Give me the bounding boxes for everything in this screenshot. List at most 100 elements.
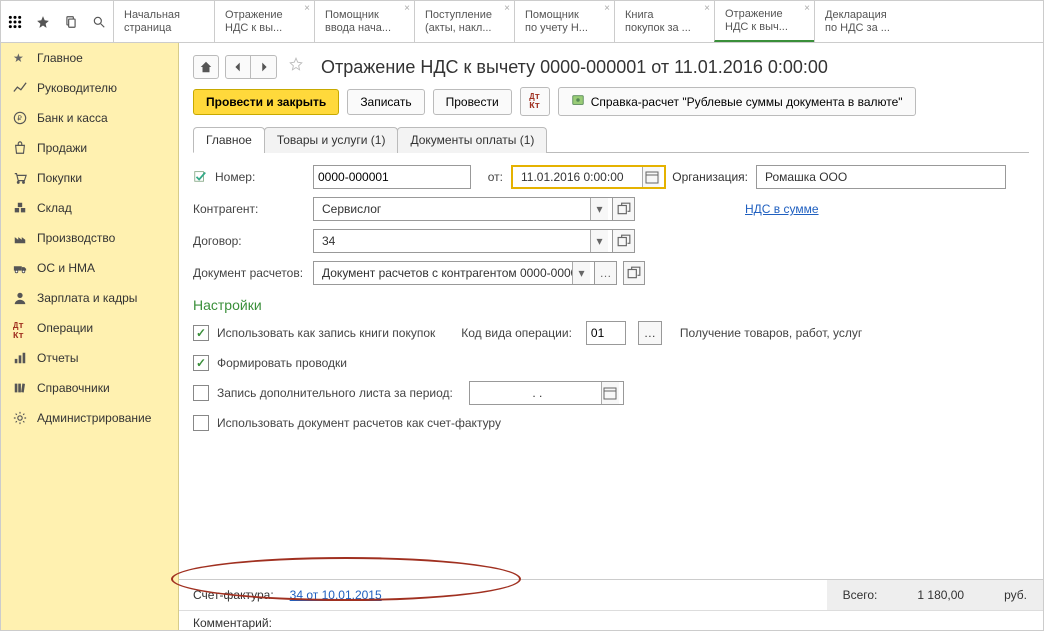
comment-label: Комментарий: [193,616,272,630]
sidebar-item-admin[interactable]: Администрирование [1,403,178,433]
use-as-sf-checkbox[interactable] [193,415,209,431]
number-label: Номер: [215,170,313,184]
docsettle-label: Документ расчетов: [193,266,313,280]
op-code-input[interactable] [586,321,626,345]
op-code-choose-button[interactable]: … [638,321,662,345]
sidebar-item-label: Склад [37,201,72,215]
search-icon[interactable] [85,15,113,29]
tab-label-2: по учету Н... [525,22,594,35]
close-icon[interactable]: × [404,3,410,15]
tab-vat-assistant[interactable]: Помощникпо учету Н... × [514,1,614,42]
extra-sheet-checkbox[interactable] [193,385,209,401]
content-pane: Отражение НДС к вычету 0000-000001 от 11… [179,43,1043,630]
op-code-text: Получение товаров, работ, услуг [680,326,862,340]
sidebar-item-main[interactable]: ★Главное [1,43,178,73]
open-ref-button[interactable] [623,261,645,285]
sidebar-item-assets[interactable]: ОС и НМА [1,253,178,283]
post-and-close-button[interactable]: Провести и закрыть [193,89,339,115]
footer-bar: Счет-фактура: 34 от 10.01.2015 Всего: 1 … [179,579,1043,610]
favorite-icon[interactable] [289,57,309,77]
ellipsis-button[interactable]: … [595,261,617,285]
subtab-goods[interactable]: Товары и услуги (1) [264,127,399,153]
chevron-down-icon[interactable]: ▾ [590,230,608,252]
cart-icon [13,171,27,185]
tab-vat-reflection-2[interactable]: ОтражениеНДС к выч...× [714,1,814,42]
sidebar: ★Главное Руководителю ₽Банк и касса Прод… [1,43,179,630]
posted-icon [193,169,215,186]
tab-label: Помощник [525,9,594,22]
history-icon[interactable] [57,15,85,29]
close-icon[interactable]: × [604,3,610,15]
dtk-button[interactable]: ДтКт [520,87,550,115]
top-toolbar: Начальнаястраница ОтражениеНДС к вы...× … [1,1,1043,43]
contract-input[interactable]: 34▾ [313,229,613,253]
vat-in-sum-link[interactable]: НДС в сумме [745,202,819,216]
tab-receipt[interactable]: Поступление(акты, накл...× [414,1,514,42]
calendar-icon[interactable] [642,167,660,187]
sidebar-item-salary[interactable]: Зарплата и кадры [1,283,178,313]
tab-label-2: страница [124,22,194,35]
use-book-checkbox[interactable]: ✓ [193,325,209,341]
sidebar-item-label: Главное [37,51,83,65]
sidebar-item-bank[interactable]: ₽Банк и касса [1,103,178,133]
chevron-down-icon[interactable]: ▾ [572,262,590,284]
chevron-down-icon[interactable]: ▾ [590,198,608,220]
home-button[interactable] [193,55,219,79]
number-input[interactable] [313,165,471,189]
date-label: от: [471,170,511,184]
close-icon[interactable]: × [804,3,810,15]
form-entries-checkbox[interactable]: ✓ [193,355,209,371]
date-input[interactable]: 11.01.2016 0:00:00 [511,165,666,189]
sidebar-item-sales[interactable]: Продажи [1,133,178,163]
tab-assistant-init[interactable]: Помощникввода нача...× [314,1,414,42]
counterparty-input[interactable]: Сервислог▾ [313,197,613,221]
open-ref-button[interactable] [613,197,635,221]
write-button[interactable]: Записать [347,89,424,115]
close-icon[interactable]: × [304,3,310,15]
settings-header: Настройки [193,297,1029,313]
sidebar-item-production[interactable]: Производство [1,223,178,253]
factory-icon [13,231,27,245]
sidebar-item-warehouse[interactable]: Склад [1,193,178,223]
org-input[interactable]: Ромашка ООО [756,165,1006,189]
invoice-link[interactable]: 34 от 10.01.2015 [290,588,382,602]
sub-tabs: Главное Товары и услуги (1) Документы оп… [193,126,1029,153]
tab-vat-declaration[interactable]: Декларацияпо НДС за ... [814,1,914,42]
docsettle-input[interactable]: Документ расчетов с контрагентом 0000-00… [313,261,595,285]
tab-start-page[interactable]: Начальнаястраница [114,1,214,42]
tab-vat-reflection-1[interactable]: ОтражениеНДС к вы...× [214,1,314,42]
open-ref-button[interactable] [613,229,635,253]
sidebar-item-label: Операции [37,321,93,335]
bag-icon [13,141,27,155]
sidebar-item-manager[interactable]: Руководителю [1,73,178,103]
tab-label: Отражение [225,9,294,22]
report-currency-button[interactable]: Справка-расчет "Рублевые суммы документа… [558,87,916,116]
sidebar-item-purchases[interactable]: Покупки [1,163,178,193]
calendar-icon[interactable] [601,382,619,404]
bars-icon [13,351,27,365]
close-icon[interactable]: × [704,3,710,15]
sidebar-item-operations[interactable]: ДтКтОперации [1,313,178,343]
tab-purchase-book[interactable]: Книгапокупок за ...× [614,1,714,42]
tab-label-2: (акты, накл... [425,22,494,35]
date-value: 11.01.2016 0:00:00 [517,170,642,184]
docsettle-value: Документ расчетов с контрагентом 0000-00… [318,266,572,280]
post-button[interactable]: Провести [433,89,512,115]
apps-icon[interactable] [1,15,29,29]
close-icon[interactable]: × [504,3,510,15]
forward-button[interactable] [251,55,277,79]
tab-label: Помощник [325,9,394,22]
subtab-main[interactable]: Главное [193,127,265,153]
subtab-payments[interactable]: Документы оплаты (1) [397,127,547,153]
tab-label-2: по НДС за ... [825,22,894,35]
sidebar-item-label: Зарплата и кадры [37,291,137,305]
org-value: Ромашка ООО [761,170,1001,184]
star-icon[interactable] [29,15,57,29]
sidebar-item-reports[interactable]: Отчеты [1,343,178,373]
tab-label: Начальная [124,9,194,22]
back-button[interactable] [225,55,251,79]
sidebar-item-directories[interactable]: Справочники [1,373,178,403]
sidebar-item-label: Администрирование [37,411,151,425]
extra-sheet-date-input[interactable]: . . [469,381,624,405]
sidebar-item-label: Покупки [37,171,82,185]
